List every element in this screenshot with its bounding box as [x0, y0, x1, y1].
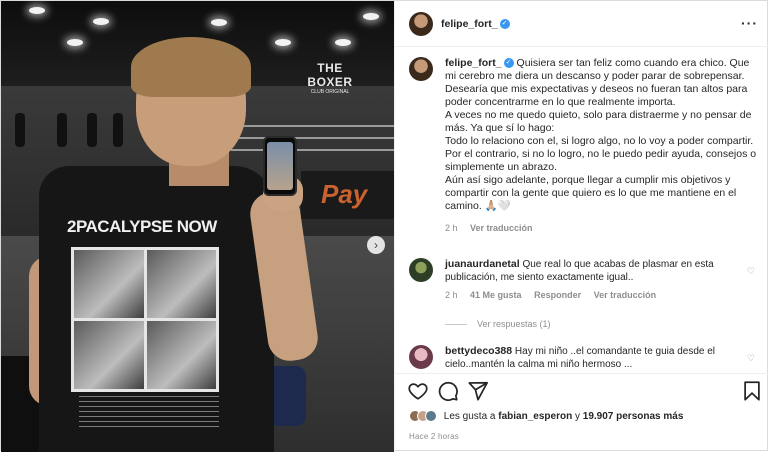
caption-username[interactable]: felipe_fort_ ✓: [445, 57, 514, 69]
verified-badge-icon: ✓: [499, 19, 510, 30]
post-actions-bar: Les gusta a fabian_esperon y 19.907 pers…: [395, 373, 768, 452]
caption-text-4: Todo lo relaciono con el, si logro algo,…: [445, 135, 757, 173]
post-side-panel: felipe_fort_ ✓ ··· felipe_fort_ ✓ Quisiera…: [394, 1, 768, 452]
more-options-icon[interactable]: ···: [741, 15, 758, 31]
author-username[interactable]: felipe_fort_ ✓: [441, 18, 510, 30]
commenter-username[interactable]: bettydeco388: [445, 345, 512, 357]
liker-username[interactable]: fabian_esperon: [498, 411, 572, 422]
comment-time[interactable]: 2 h: [445, 290, 458, 300]
post-photo[interactable]: Pay THE BOXER CLUB ORIGINAL 2PACALYPSE N…: [1, 1, 394, 452]
comment-like-heart-icon[interactable]: ♡: [747, 353, 755, 364]
comment-like-heart-icon[interactable]: ♡: [747, 266, 755, 277]
commenter-avatar[interactable]: [409, 345, 433, 369]
heart-icon[interactable]: [407, 380, 429, 402]
shirt-print-images: [71, 247, 219, 392]
likes-summary[interactable]: Les gusta a fabian_esperon y 19.907 pers…: [409, 410, 683, 422]
instagram-post-window: Pay THE BOXER CLUB ORIGINAL 2PACALYPSE N…: [0, 0, 768, 452]
post-time-ago: Hace 2 horas: [409, 432, 459, 441]
comment-icon[interactable]: [437, 380, 459, 402]
caption-author-avatar[interactable]: [409, 57, 433, 81]
liker-avatar: [425, 410, 437, 422]
author-avatar[interactable]: [409, 12, 433, 36]
comment-reply-button[interactable]: Responder: [534, 290, 581, 300]
comments-section[interactable]: felipe_fort_ ✓ Quisiera ser tan feliz com…: [395, 47, 768, 373]
commenter-avatar[interactable]: [409, 258, 433, 282]
shirt-print-title: 2PACALYPSE NOW: [67, 217, 217, 236]
likes-others-count[interactable]: 19.907 personas más: [583, 411, 684, 422]
send-icon[interactable]: [467, 380, 489, 402]
comment-likes-count[interactable]: 41 Me gusta: [470, 290, 522, 300]
caption-text-5: Aún así sigo adelante, porque llegar a c…: [445, 174, 737, 212]
post-header: felipe_fort_ ✓ ···: [395, 1, 768, 47]
bookmark-icon[interactable]: [741, 380, 763, 402]
chevron-right-icon: ›: [374, 238, 378, 252]
caption-time[interactable]: 2 h: [445, 223, 458, 233]
view-replies-button[interactable]: Ver respuestas (1): [445, 319, 551, 329]
caption-translate-link[interactable]: Ver traducción: [470, 223, 533, 233]
gym-banner-text: Pay: [321, 179, 368, 209]
next-photo-button[interactable]: ›: [367, 236, 385, 254]
verified-badge-icon: ✓: [503, 58, 514, 69]
gym-logo: THE BOXER CLUB ORIGINAL: [307, 61, 353, 95]
caption-text-3: A veces no me quedo quieto, solo para di…: [445, 109, 752, 134]
comment-translate-link[interactable]: Ver traducción: [594, 290, 657, 300]
caption-text-2: Desearía que mis expectativas y deseos n…: [445, 83, 748, 108]
commenter-username[interactable]: juanaurdanetal: [445, 258, 520, 270]
